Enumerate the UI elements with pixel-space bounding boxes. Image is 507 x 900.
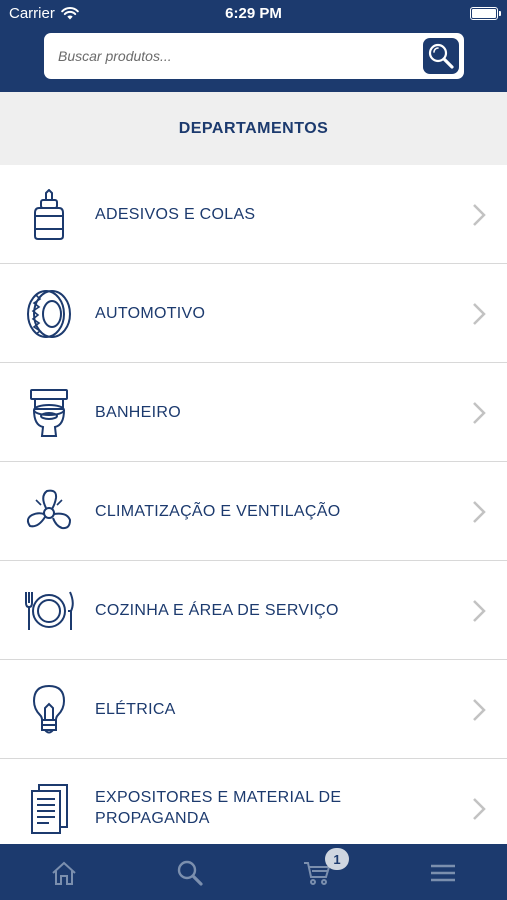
chevron-right-icon [473, 600, 486, 622]
document-icon [22, 783, 76, 835]
chevron-right-icon [473, 204, 486, 226]
search-button[interactable] [423, 38, 459, 74]
department-row-banheiro[interactable]: BANHEIRO [0, 363, 507, 462]
department-row-eletrica[interactable]: ELÉTRICA [0, 660, 507, 759]
search-input[interactable] [58, 45, 398, 67]
departments-list: ADESIVOS E COLAS AUTOMOTIVO BANHEIRO CLI… [0, 165, 507, 858]
chevron-right-icon [473, 798, 486, 820]
glue-bottle-icon [22, 189, 76, 241]
tab-home[interactable] [49, 858, 79, 888]
cart-badge: 1 [325, 848, 349, 870]
lightbulb-icon [22, 684, 76, 736]
tab-search[interactable] [175, 858, 205, 888]
department-row-automotivo[interactable]: AUTOMOTIVO [0, 264, 507, 363]
app-header: Carrier 6:29 PM [0, 0, 507, 92]
tab-menu[interactable] [428, 858, 458, 888]
chevron-right-icon [473, 501, 486, 523]
fan-icon [22, 486, 76, 538]
toilet-icon [22, 387, 76, 439]
status-time: 6:29 PM [225, 5, 282, 22]
home-icon [52, 861, 76, 885]
chevron-right-icon [473, 402, 486, 424]
chevron-right-icon [473, 699, 486, 721]
department-label: AUTOMOTIVO [95, 304, 206, 322]
battery-icon [470, 7, 501, 20]
department-label: ELÉTRICA [95, 700, 176, 718]
plate-cutlery-icon [22, 585, 76, 637]
tire-icon [22, 288, 76, 340]
department-label: ADESIVOS E COLAS [95, 205, 256, 223]
search-bar [44, 33, 464, 79]
search-icon [177, 860, 203, 886]
department-label: EXPOSITORES E MATERIAL DE PROPAGANDA [95, 789, 342, 827]
bottom-tab-bar [0, 844, 507, 900]
department-label: BANHEIRO [95, 403, 181, 421]
department-label: COZINHA E ÁREA DE SERVIÇO [95, 601, 339, 619]
department-row-adesivos[interactable]: ADESIVOS E COLAS [0, 165, 507, 264]
menu-icon [431, 864, 455, 882]
department-row-cozinha[interactable]: COZINHA E ÁREA DE SERVIÇO [0, 561, 507, 660]
department-row-climatizacao[interactable]: CLIMATIZAÇÃO E VENTILAÇÃO [0, 462, 507, 561]
department-label: CLIMATIZAÇÃO E VENTILAÇÃO [95, 502, 341, 520]
departments-header: DEPARTAMENTOS [0, 92, 507, 165]
status-bar: Carrier 6:29 PM [0, 0, 507, 28]
search-icon [428, 43, 454, 69]
chevron-right-icon [473, 303, 486, 325]
